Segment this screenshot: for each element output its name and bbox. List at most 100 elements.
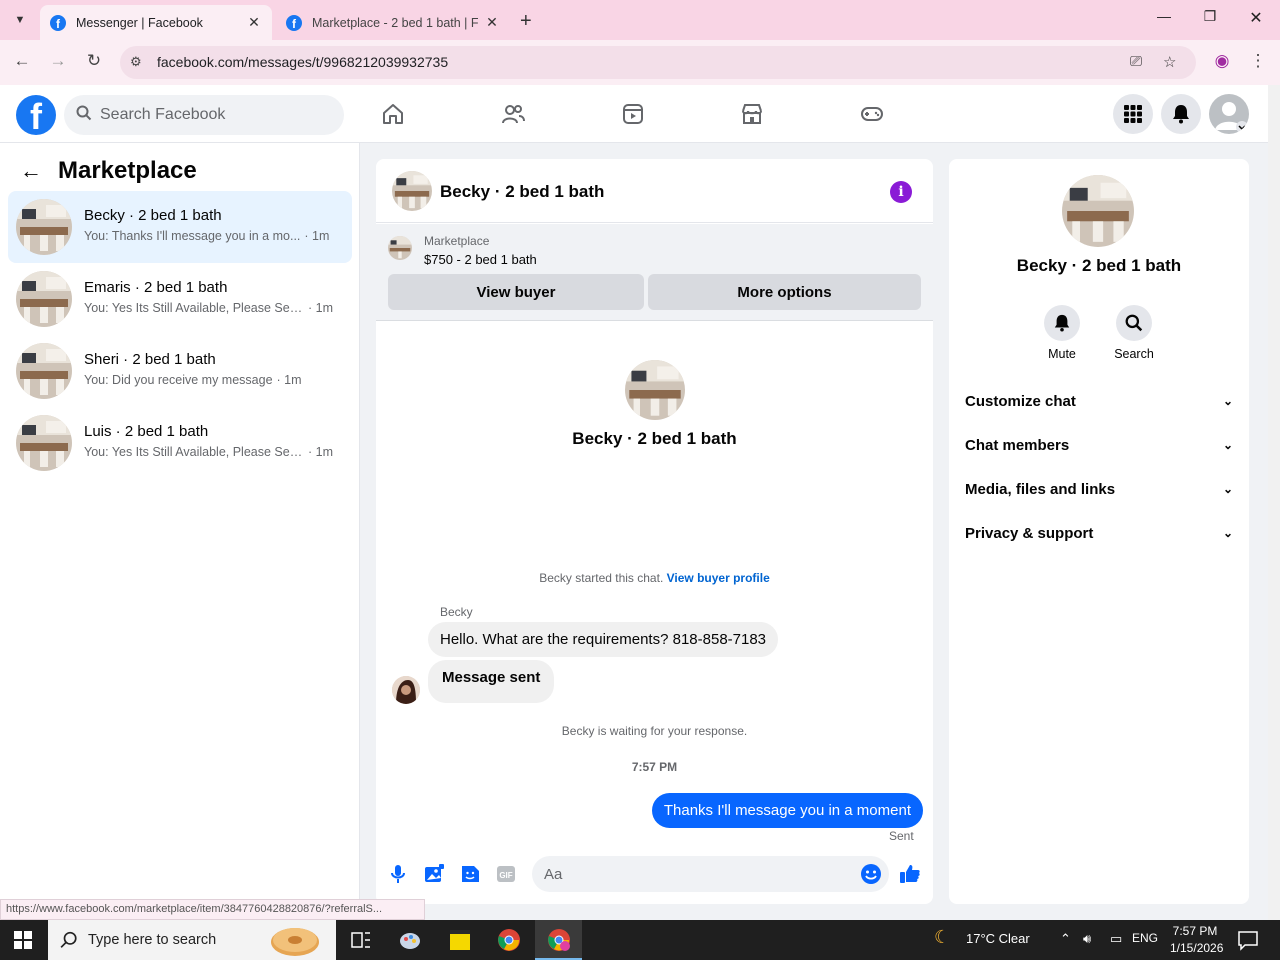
chat-members-section[interactable]: Chat members ⌄ bbox=[965, 431, 1233, 459]
paint-app-icon[interactable] bbox=[398, 928, 422, 952]
more-options-button[interactable]: More options bbox=[648, 274, 921, 310]
url-text[interactable]: facebook.com/messages/t/9968212039932735 bbox=[157, 54, 448, 70]
conversation-item[interactable]: Emaris · 2 bed 1 bath You: Yes Its Still… bbox=[8, 263, 352, 335]
active-chrome-taskbar-item[interactable] bbox=[535, 920, 582, 960]
microphone-icon[interactable] bbox=[387, 863, 409, 885]
incoming-message[interactable]: Hello. What are the requirements? 818-85… bbox=[428, 622, 779, 657]
bell-icon bbox=[1173, 105, 1189, 124]
tab-marketplace[interactable]: f Marketplace - 2 bed 1 bath | Fa ✕ bbox=[276, 5, 510, 40]
info-icon[interactable]: i bbox=[890, 181, 912, 203]
listing-thumbnail bbox=[16, 415, 72, 471]
chat-avatar[interactable] bbox=[392, 171, 432, 211]
tab-search-dropdown-icon[interactable]: ▼ bbox=[8, 8, 32, 32]
message-composer: GIF bbox=[376, 854, 933, 904]
chevron-down-icon: ⌄ bbox=[1222, 438, 1233, 452]
facebook-search[interactable] bbox=[64, 95, 344, 135]
thumbs-up-icon[interactable] bbox=[899, 863, 921, 885]
forward-icon[interactable]: → bbox=[46, 51, 70, 75]
speaker-icon[interactable]: 🔊︎ bbox=[1083, 931, 1091, 947]
back-arrow-icon[interactable]: ← bbox=[20, 158, 42, 184]
moon-weather-icon[interactable]: ☾ bbox=[934, 927, 950, 948]
restore-icon[interactable]: ❐ bbox=[1187, 8, 1233, 25]
reload-icon[interactable]: ↻ bbox=[82, 51, 106, 75]
search-label: Search bbox=[1114, 347, 1154, 361]
emoji-icon[interactable] bbox=[860, 863, 882, 885]
media-files-links-section[interactable]: Media, files and links ⌄ bbox=[965, 475, 1233, 503]
sidebar-header: ← Marketplace bbox=[20, 157, 197, 185]
network-icon[interactable]: ▭ bbox=[1110, 931, 1122, 947]
conversation-item[interactable]: Sheri · 2 bed 1 bath You: Did you receiv… bbox=[8, 335, 352, 407]
sticker-icon[interactable] bbox=[459, 863, 481, 885]
bookmark-star-icon[interactable]: ☆ bbox=[1163, 53, 1176, 71]
search-input[interactable] bbox=[100, 95, 336, 135]
show-hidden-icons-icon[interactable]: ⌃ bbox=[1060, 931, 1071, 947]
search-conversation-button[interactable]: Search bbox=[1104, 305, 1164, 361]
profile-icon[interactable]: ◉ bbox=[1210, 51, 1234, 75]
outgoing-message[interactable]: Thanks I'll message you in a moment bbox=[651, 793, 923, 828]
conversation-item[interactable]: Luis · 2 bed 1 bath You: Yes Its Still A… bbox=[8, 407, 352, 479]
chrome-profile-icon bbox=[548, 929, 570, 951]
sidebar-title: Marketplace bbox=[58, 157, 197, 184]
conversation-preview: You: Yes Its Still Available, Please Sen… bbox=[84, 445, 333, 459]
chrome-icon[interactable] bbox=[497, 928, 521, 952]
video-icon[interactable] bbox=[621, 102, 645, 126]
task-view-icon[interactable] bbox=[349, 928, 373, 952]
taskbar-search[interactable]: Type here to search bbox=[48, 920, 336, 960]
conversation-name: Becky · 2 bed 1 bath bbox=[84, 207, 222, 224]
menu-button[interactable] bbox=[1113, 94, 1153, 134]
tab-messenger[interactable]: f Messenger | Facebook ✕ bbox=[40, 5, 272, 40]
site-info-icon[interactable]: ⚙ bbox=[130, 54, 142, 70]
page-scrollbar[interactable] bbox=[1268, 85, 1280, 920]
install-app-icon[interactable]: ⎚ bbox=[1130, 53, 1142, 70]
new-tab-icon[interactable]: + bbox=[520, 10, 532, 33]
marketplace-icon[interactable] bbox=[740, 102, 764, 126]
mute-button[interactable]: Mute bbox=[1032, 305, 1092, 361]
sender-label: Becky bbox=[440, 605, 473, 619]
customize-chat-section[interactable]: Customize chat ⌄ bbox=[965, 387, 1233, 415]
listing-price[interactable]: $750 - 2 bed 1 bath bbox=[424, 252, 537, 267]
incoming-message[interactable]: Message sent bbox=[428, 660, 555, 703]
notifications-center-icon[interactable] bbox=[1236, 928, 1260, 952]
mute-label: Mute bbox=[1048, 347, 1076, 361]
conversation-name: Sheri · 2 bed 1 bath bbox=[84, 351, 216, 368]
language-indicator[interactable]: ENG bbox=[1132, 931, 1158, 945]
windows-start-icon[interactable] bbox=[14, 931, 32, 949]
browser-menu-icon[interactable]: ⋮ bbox=[1246, 51, 1270, 75]
gif-icon[interactable]: GIF bbox=[495, 863, 517, 885]
photo-icon[interactable] bbox=[423, 863, 445, 885]
friends-icon[interactable] bbox=[501, 102, 525, 126]
listing-thumbnail[interactable] bbox=[388, 236, 412, 260]
home-icon[interactable] bbox=[381, 102, 405, 126]
conversation-item[interactable]: Becky · 2 bed 1 bath You: Thanks I'll me… bbox=[8, 191, 352, 263]
view-buyer-button[interactable]: View buyer bbox=[388, 274, 644, 310]
weather-text[interactable]: 17°C Clear bbox=[966, 931, 1030, 946]
account-avatar[interactable] bbox=[1209, 94, 1249, 134]
sender-avatar[interactable] bbox=[392, 676, 420, 704]
minimize-icon[interactable]: — bbox=[1141, 8, 1187, 24]
tab-title: Messenger | Facebook bbox=[76, 15, 203, 30]
message-timestamp: 7:57 PM bbox=[631, 760, 678, 774]
view-buyer-profile-link[interactable]: View buyer profile bbox=[667, 571, 770, 585]
info-avatar[interactable] bbox=[1062, 175, 1134, 247]
notifications-button[interactable] bbox=[1161, 94, 1201, 134]
profile-avatar[interactable] bbox=[625, 360, 685, 420]
privacy-support-section[interactable]: Privacy & support ⌄ bbox=[965, 519, 1233, 547]
tab-close-icon[interactable]: ✕ bbox=[246, 14, 262, 31]
gaming-icon[interactable] bbox=[860, 102, 884, 126]
taskbar-clock[interactable]: 7:57 PM 1/15/2026 bbox=[1170, 923, 1223, 957]
window-close-icon[interactable]: ✕ bbox=[1233, 8, 1279, 28]
search-icon bbox=[1125, 314, 1143, 332]
address-bar[interactable]: ⚙ facebook.com/messages/t/99682120399327… bbox=[120, 46, 1196, 79]
user-silhouette-icon bbox=[1215, 102, 1248, 133]
facebook-favicon-icon: f bbox=[50, 14, 66, 31]
svg-text:GIF: GIF bbox=[499, 871, 512, 880]
message-input-box[interactable] bbox=[532, 856, 889, 892]
sticky-notes-icon[interactable] bbox=[448, 928, 472, 952]
facebook-logo[interactable]: f bbox=[16, 95, 56, 135]
message-input[interactable] bbox=[544, 856, 844, 892]
tab-close-icon[interactable]: ✕ bbox=[484, 14, 500, 31]
chat-title[interactable]: Becky · 2 bed 1 bath bbox=[440, 182, 604, 202]
search-icon bbox=[60, 931, 77, 948]
back-icon[interactable]: ← bbox=[10, 51, 34, 75]
chevron-down-icon: ⌄ bbox=[1222, 394, 1233, 408]
